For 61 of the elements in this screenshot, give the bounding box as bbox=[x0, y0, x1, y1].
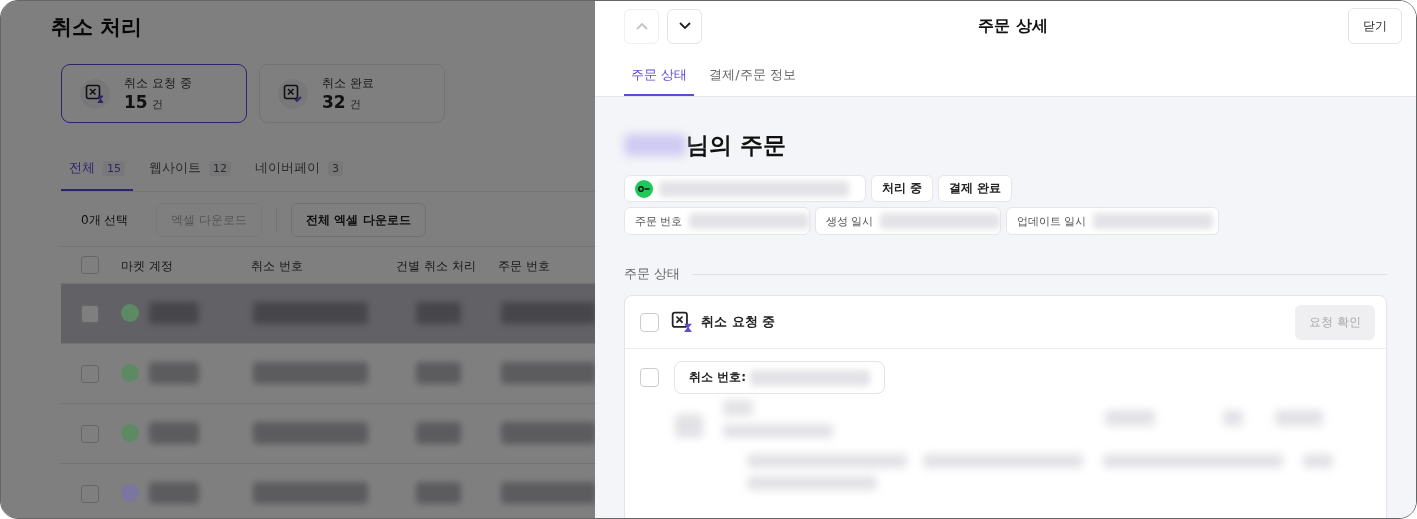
chevron-up-icon bbox=[635, 22, 648, 30]
checkbox[interactable] bbox=[81, 364, 99, 383]
cancel-check-icon bbox=[283, 83, 303, 104]
close-button[interactable]: 닫기 bbox=[1348, 8, 1402, 44]
status-chip: 처리 중 bbox=[871, 175, 934, 202]
redacted-text bbox=[416, 302, 461, 324]
card-label: 취소 완료 bbox=[322, 75, 374, 92]
summary-card[interactable]: 취소 완료 32 건 bbox=[259, 64, 445, 123]
redacted-text bbox=[149, 362, 199, 384]
redacted-text bbox=[149, 302, 199, 324]
count-badge: 12 bbox=[209, 160, 231, 176]
column-header: 취소 번호 bbox=[251, 258, 303, 275]
summary-card[interactable]: 취소 요청 중 15 건 bbox=[61, 64, 247, 123]
order-heading: 님의 주문 bbox=[686, 130, 786, 160]
column-header: 건별 취소 처리 bbox=[396, 258, 476, 275]
checkbox[interactable] bbox=[81, 424, 99, 443]
status-chip: 결제 완료 bbox=[938, 175, 1013, 202]
checkbox[interactable] bbox=[81, 304, 99, 323]
cancel-hourglass-icon bbox=[671, 311, 693, 333]
redacted-name bbox=[624, 134, 686, 156]
count-unit: 건 bbox=[151, 97, 163, 112]
status-label: 취소 요청 중 bbox=[701, 313, 777, 331]
field-label: 주문 번호 bbox=[635, 213, 683, 229]
table-row[interactable] bbox=[61, 284, 595, 344]
download-button[interactable]: 전체 엑셀 다운로드 bbox=[291, 203, 426, 237]
chevron-down-icon bbox=[678, 22, 691, 30]
card-count: 32 bbox=[322, 92, 346, 112]
checkbox[interactable] bbox=[81, 484, 99, 503]
cancel-hourglass-icon bbox=[85, 83, 105, 104]
tab-label: 웹사이트 bbox=[149, 159, 201, 177]
count-badge: 3 bbox=[328, 160, 343, 176]
card-label: 취소 요청 중 bbox=[124, 75, 192, 92]
market-logo-icon bbox=[635, 179, 653, 198]
page-title: 취소 처리 bbox=[51, 14, 144, 41]
filter-tab[interactable]: 웹사이트 12 bbox=[141, 159, 239, 191]
card-count: 15 bbox=[124, 92, 148, 112]
redacted-text bbox=[416, 362, 461, 384]
tab-label: 전체 bbox=[69, 159, 95, 177]
checkbox[interactable] bbox=[640, 368, 659, 387]
filter-tab[interactable]: 전체 15 bbox=[61, 159, 133, 191]
field-label: 취소 번호: bbox=[689, 369, 746, 386]
section-title: 주문 상태 bbox=[624, 265, 681, 283]
field-label: 업데이트 일시 bbox=[1017, 213, 1087, 229]
selection-count: 0개 선택 bbox=[81, 211, 129, 229]
redacted-text bbox=[149, 482, 199, 504]
tab[interactable]: 주문 상태 bbox=[624, 66, 695, 96]
filter-tab[interactable]: 네이버페이 3 bbox=[247, 159, 351, 191]
column-header: 주문 번호 bbox=[498, 258, 550, 275]
next-button[interactable] bbox=[667, 8, 702, 44]
field-label: 생성 일시 bbox=[826, 213, 874, 229]
drawer-title: 주문 상세 bbox=[978, 15, 1048, 37]
tab[interactable]: 결제/주문 정보 bbox=[702, 66, 803, 96]
redacted-text bbox=[416, 482, 461, 504]
checkbox[interactable] bbox=[640, 312, 659, 332]
count-unit: 건 bbox=[349, 97, 361, 112]
redacted-text bbox=[149, 422, 199, 444]
tab-label: 네이버페이 bbox=[255, 159, 320, 177]
checkbox[interactable] bbox=[81, 256, 99, 274]
column-header: 마켓 계정 bbox=[121, 258, 173, 275]
count-badge: 15 bbox=[103, 160, 125, 176]
redacted-text bbox=[416, 422, 461, 444]
